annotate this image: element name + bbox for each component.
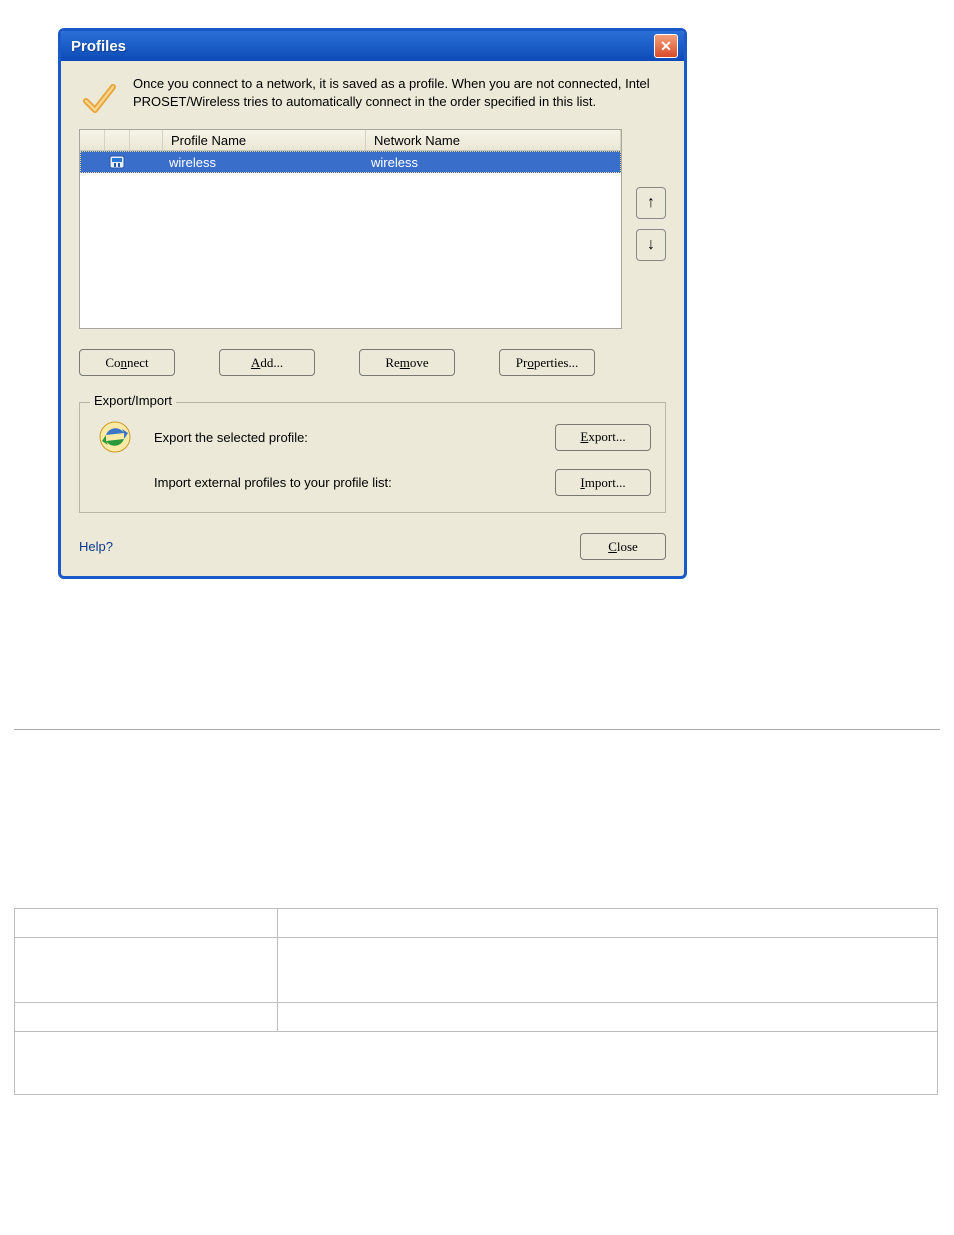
import-button[interactable]: Import... bbox=[555, 469, 651, 496]
header-profile-name[interactable]: Profile Name bbox=[163, 130, 366, 150]
row-icon-col-2 bbox=[105, 152, 129, 172]
list-header: Profile Name Network Name bbox=[80, 130, 621, 151]
move-up-button[interactable]: ↑ bbox=[636, 187, 666, 219]
cell-1-2 bbox=[278, 909, 938, 938]
export-import-group: Export/Import Export the selected profil… bbox=[79, 402, 666, 513]
dialog-body: Once you connect to a network, it is sav… bbox=[61, 61, 684, 576]
export-button[interactable]: Export... bbox=[555, 424, 651, 451]
cell-2-1 bbox=[15, 938, 278, 1003]
row-icon-col-1 bbox=[81, 152, 105, 172]
row-profile-name: wireless bbox=[161, 152, 363, 172]
cell-1-1 bbox=[15, 909, 278, 938]
reorder-controls: ↑ ↓ bbox=[636, 129, 666, 329]
header-icon-col-2[interactable] bbox=[105, 130, 130, 150]
remove-button[interactable]: Remove bbox=[359, 349, 455, 376]
properties-button[interactable]: Properties... bbox=[499, 349, 595, 376]
sync-icon bbox=[94, 419, 136, 455]
header-network-name[interactable]: Network Name bbox=[366, 130, 621, 150]
row-network-name: wireless bbox=[363, 152, 620, 172]
arrow-up-icon: ↑ bbox=[647, 194, 655, 212]
close-button[interactable]: Close bbox=[580, 533, 666, 560]
export-label: Export the selected profile: bbox=[154, 430, 537, 445]
help-link[interactable]: Help? bbox=[79, 539, 113, 554]
cell-3-2 bbox=[278, 1003, 938, 1032]
import-label: Import external profiles to your profile… bbox=[154, 475, 537, 490]
cell-4 bbox=[15, 1032, 938, 1095]
cell-2-2 bbox=[278, 938, 938, 1003]
add-button[interactable]: Add... bbox=[219, 349, 315, 376]
titlebar[interactable]: Profiles ✕ bbox=[61, 31, 684, 61]
intro-text: Once you connect to a network, it is sav… bbox=[133, 75, 666, 117]
arrow-down-icon: ↓ bbox=[647, 236, 655, 254]
cell-3-1 bbox=[15, 1003, 278, 1032]
doc-table bbox=[14, 908, 938, 1095]
horizontal-rule bbox=[14, 729, 940, 730]
profile-icon bbox=[109, 155, 125, 169]
window-title: Profiles bbox=[71, 38, 126, 55]
connect-button[interactable]: Connect bbox=[79, 349, 175, 376]
header-icon-col-3[interactable] bbox=[130, 130, 163, 150]
profile-row-selected[interactable]: wireless wireless bbox=[80, 151, 621, 173]
profiles-dialog: Profiles ✕ Once you connect to a network… bbox=[58, 28, 687, 579]
header-icon-col-1[interactable] bbox=[80, 130, 105, 150]
check-icon bbox=[79, 75, 119, 117]
close-icon[interactable]: ✕ bbox=[654, 34, 678, 58]
group-legend: Export/Import bbox=[90, 393, 176, 408]
row-icon-col-3 bbox=[129, 152, 161, 172]
move-down-button[interactable]: ↓ bbox=[636, 229, 666, 261]
profiles-list[interactable]: Profile Name Network Name bbox=[79, 129, 622, 329]
